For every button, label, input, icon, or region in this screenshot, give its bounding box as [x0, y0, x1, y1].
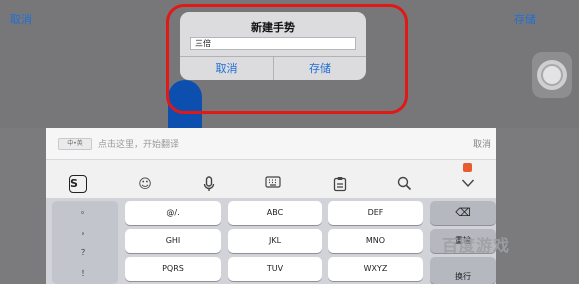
clipboard-icon[interactable] [331, 176, 349, 194]
assistive-touch-core [543, 66, 561, 84]
punct-exclaim-key[interactable]: ！ [52, 268, 118, 279]
key-symbols[interactable]: @/. [125, 201, 221, 225]
newline-key[interactable]: 换行 [430, 257, 496, 284]
delete-key[interactable]: ⌫ [430, 201, 496, 225]
microphone-icon[interactable] [200, 176, 218, 194]
sogou-icon[interactable]: S [69, 175, 87, 193]
annotation-highlight [166, 4, 408, 114]
notification-badge-icon [463, 163, 472, 172]
punct-period-key[interactable]: 。 [52, 205, 118, 216]
key-ghi[interactable]: GHI [125, 229, 221, 253]
key-def[interactable]: DEF [328, 201, 423, 225]
keyboard-cancel-button[interactable]: 取消 [473, 137, 491, 150]
key-tuv[interactable]: TUV [228, 257, 322, 281]
keyboard-icon[interactable] [264, 176, 282, 194]
nav-save-button[interactable]: 存储 [514, 11, 536, 27]
key-mno[interactable]: MNO [328, 229, 423, 253]
language-toggle-button[interactable]: 中•英 [58, 138, 92, 150]
search-icon[interactable] [395, 176, 413, 194]
key-abc[interactable]: ABC [228, 201, 322, 225]
translate-input[interactable]: 点击这里，开始翻译 [98, 137, 179, 150]
nav-cancel-button[interactable]: 取消 [10, 11, 32, 27]
punct-comma-key[interactable]: ， [52, 226, 118, 237]
key-wxyz[interactable]: WXYZ [328, 257, 423, 281]
collapse-keyboard-icon[interactable] [459, 176, 477, 194]
emoji-icon[interactable]: ☺ [136, 176, 154, 194]
punct-question-key[interactable]: ？ [52, 247, 118, 258]
assistive-touch-button[interactable] [532, 52, 572, 98]
key-jkl[interactable]: JKL [228, 229, 322, 253]
key-pqrs[interactable]: PQRS [125, 257, 221, 281]
watermark-logo: 百度游戏 [442, 236, 511, 255]
